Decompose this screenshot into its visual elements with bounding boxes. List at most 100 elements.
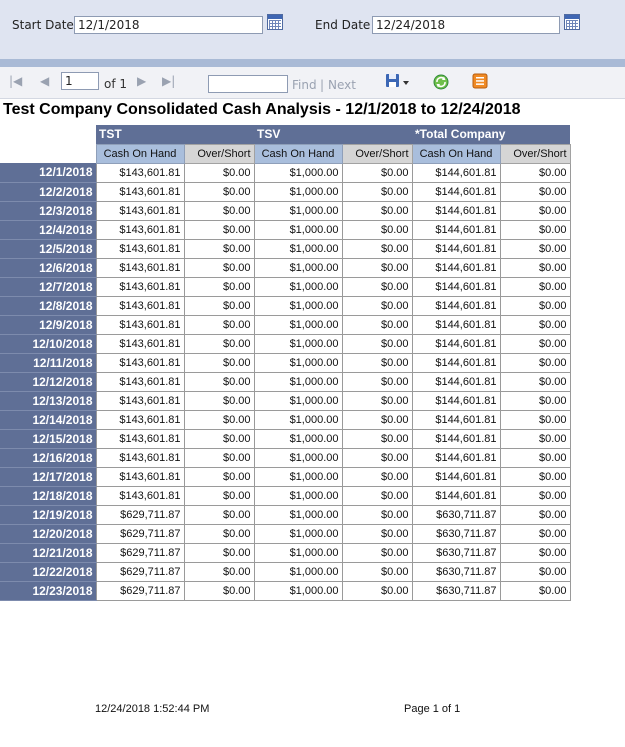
cell-tsv-cash-on-hand: $1,000.00	[253, 276, 343, 297]
cell-tst-over-short: $0.00	[183, 542, 255, 563]
cell-tst-over-short: $0.00	[183, 561, 255, 582]
column-header-row: Cash On Hand Over/Short Cash On Hand Ove…	[0, 143, 571, 164]
cell-tst-over-short: $0.00	[183, 219, 255, 240]
row-date: 12/5/2018	[0, 239, 96, 259]
column-header-over-short: Over/Short	[183, 143, 255, 164]
cell-tst-over-short: $0.00	[183, 181, 255, 202]
cell-total-cash-on-hand: $144,601.81	[411, 257, 501, 278]
cell-tst-cash-on-hand: $143,601.81	[95, 219, 185, 240]
cell-tsv-over-short: $0.00	[341, 276, 413, 297]
cell-tst-cash-on-hand: $143,601.81	[95, 295, 185, 316]
table-body: 12/1/2018 $143,601.81 $0.00 $1,000.00 $0.00 $…	[0, 162, 571, 601]
cell-tsv-cash-on-hand: $1,000.00	[253, 580, 343, 601]
cell-tsv-over-short: $0.00	[341, 200, 413, 221]
cell-total-over-short: $0.00	[499, 447, 571, 468]
find-input[interactable]	[208, 75, 288, 93]
cell-tst-over-short: $0.00	[183, 580, 255, 601]
page-number-input[interactable]	[61, 72, 99, 90]
row-date: 12/23/2018	[0, 581, 96, 601]
row-date: 12/11/2018	[0, 353, 96, 373]
start-date-input[interactable]	[74, 16, 263, 34]
report-toolbar: |◀ ◀ of 1 ▶ ▶| Find | Next	[0, 67, 625, 99]
footer-timestamp: 12/24/2018 1:52:44 PM	[95, 703, 210, 715]
cell-tsv-cash-on-hand: $1,000.00	[253, 333, 343, 354]
corner-cell	[0, 125, 96, 144]
table-row: 12/13/2018 $143,601.81 $0.00 $1,000.00 $0.00…	[0, 390, 571, 411]
cell-tst-cash-on-hand: $143,601.81	[95, 352, 185, 373]
cell-tsv-over-short: $0.00	[341, 295, 413, 316]
cell-tsv-cash-on-hand: $1,000.00	[253, 390, 343, 411]
parameter-bar: Start Date End Date	[0, 0, 625, 59]
calendar-icon[interactable]	[564, 14, 580, 30]
previous-page-icon[interactable]: ◀	[40, 74, 49, 88]
first-page-icon[interactable]: |◀	[9, 74, 22, 88]
cell-total-cash-on-hand: $144,601.81	[411, 352, 501, 373]
cell-tst-over-short: $0.00	[183, 485, 255, 506]
next-link[interactable]: Next	[328, 78, 356, 92]
cell-total-cash-on-hand: $144,601.81	[411, 409, 501, 430]
print-icon[interactable]	[472, 73, 488, 89]
row-date: 12/13/2018	[0, 391, 96, 411]
cell-total-over-short: $0.00	[499, 371, 571, 392]
table-row: 12/22/2018 $629,711.87 $0.00 $1,000.00 $0.00…	[0, 561, 571, 582]
cell-tst-over-short: $0.00	[183, 162, 255, 183]
table-row: 12/17/2018 $143,601.81 $0.00 $1,000.00 $0.00…	[0, 466, 571, 487]
find-link[interactable]: Find	[292, 78, 317, 92]
cell-total-over-short: $0.00	[499, 162, 571, 183]
cell-tst-cash-on-hand: $143,601.81	[95, 390, 185, 411]
cell-total-cash-on-hand: $144,601.81	[411, 295, 501, 316]
cell-tsv-over-short: $0.00	[341, 409, 413, 430]
next-page-icon[interactable]: ▶	[137, 74, 146, 88]
find-next-divider: |	[320, 78, 325, 92]
cell-total-cash-on-hand: $144,601.81	[411, 390, 501, 411]
table-row: 12/9/2018 $143,601.81 $0.00 $1,000.00 $0.00 $…	[0, 314, 571, 335]
cell-tsv-over-short: $0.00	[341, 238, 413, 259]
row-date: 12/6/2018	[0, 258, 96, 278]
cell-total-over-short: $0.00	[499, 238, 571, 259]
cell-tst-over-short: $0.00	[183, 352, 255, 373]
row-date: 12/7/2018	[0, 277, 96, 297]
cell-total-over-short: $0.00	[499, 409, 571, 430]
cell-tsv-cash-on-hand: $1,000.00	[253, 200, 343, 221]
column-header-over-short: Over/Short	[499, 143, 571, 164]
end-date-input[interactable]	[372, 16, 560, 34]
cell-total-over-short: $0.00	[499, 542, 571, 563]
cell-tsv-cash-on-hand: $1,000.00	[253, 238, 343, 259]
cell-tsv-cash-on-hand: $1,000.00	[253, 352, 343, 373]
row-date: 12/4/2018	[0, 220, 96, 240]
cell-total-cash-on-hand: $630,711.87	[411, 523, 501, 544]
group-header-total: *Total Company	[412, 125, 570, 144]
cell-tsv-over-short: $0.00	[341, 371, 413, 392]
cell-tsv-over-short: $0.00	[341, 162, 413, 183]
cell-total-cash-on-hand: $144,601.81	[411, 219, 501, 240]
cell-tst-over-short: $0.00	[183, 523, 255, 544]
cell-total-over-short: $0.00	[499, 181, 571, 202]
parameter-separator	[0, 59, 625, 67]
column-header-cash-on-hand: Cash On Hand	[95, 143, 185, 164]
cell-tst-cash-on-hand: $143,601.81	[95, 447, 185, 468]
table-row: 12/14/2018 $143,601.81 $0.00 $1,000.00 $0.00…	[0, 409, 571, 430]
refresh-icon[interactable]	[432, 73, 450, 91]
cell-total-cash-on-hand: $144,601.81	[411, 181, 501, 202]
cell-tsv-cash-on-hand: $1,000.00	[253, 257, 343, 278]
row-date: 12/1/2018	[0, 163, 96, 183]
row-date: 12/9/2018	[0, 315, 96, 335]
cell-total-over-short: $0.00	[499, 466, 571, 487]
last-page-icon[interactable]: ▶|	[162, 74, 175, 88]
cell-total-over-short: $0.00	[499, 276, 571, 297]
cell-total-over-short: $0.00	[499, 523, 571, 544]
save-export-icon[interactable]	[385, 72, 411, 90]
cell-total-over-short: $0.00	[499, 219, 571, 240]
cell-total-over-short: $0.00	[499, 333, 571, 354]
cell-tsv-over-short: $0.00	[341, 352, 413, 373]
calendar-icon[interactable]	[267, 14, 283, 30]
cell-tsv-cash-on-hand: $1,000.00	[253, 561, 343, 582]
table-row: 12/5/2018 $143,601.81 $0.00 $1,000.00 $0.00 $…	[0, 238, 571, 259]
cell-tst-cash-on-hand: $143,601.81	[95, 257, 185, 278]
row-date: 12/20/2018	[0, 524, 96, 544]
cell-tsv-over-short: $0.00	[341, 390, 413, 411]
cell-tsv-cash-on-hand: $1,000.00	[253, 466, 343, 487]
table-row: 12/16/2018 $143,601.81 $0.00 $1,000.00 $0.00…	[0, 447, 571, 468]
cell-tsv-cash-on-hand: $1,000.00	[253, 371, 343, 392]
group-header-tsv: TSV	[254, 125, 412, 144]
